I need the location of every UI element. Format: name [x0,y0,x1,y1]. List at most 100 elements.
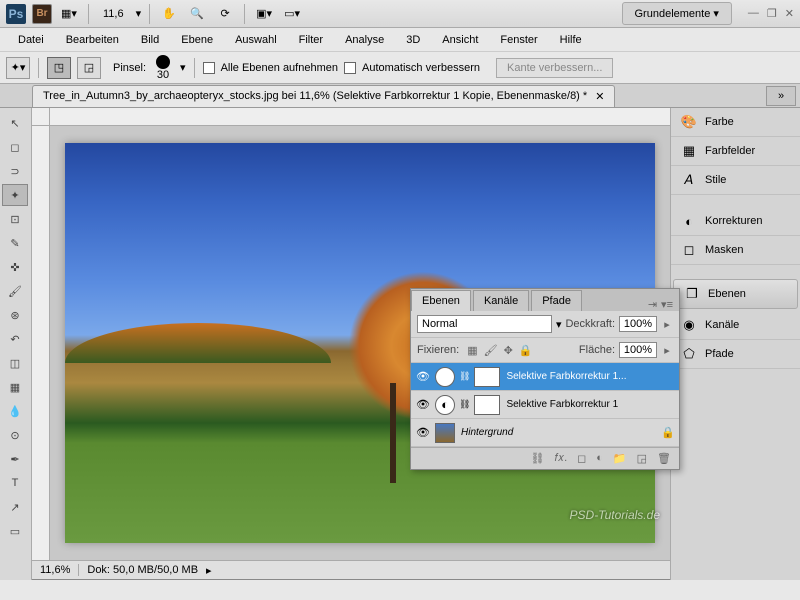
channels-icon: ◉ [681,317,697,333]
brush-preset[interactable]: 30 [156,55,170,81]
opacity-input[interactable]: 100% [619,316,657,332]
quick-select-tool[interactable]: ✦ [2,184,28,206]
lock-all-icon[interactable]: 🔒 [519,344,533,357]
layer-mask-thumb[interactable] [474,395,500,415]
add-mask-icon[interactable]: ◻ [577,452,586,465]
panel-kanaele[interactable]: ◉Kanäle [671,311,800,340]
link-icon[interactable]: ⛓ [459,371,470,382]
status-arrow-icon[interactable]: ▸ [206,564,212,577]
gradient-tool[interactable]: ▦ [2,376,28,398]
color-icon: 🎨 [681,114,697,130]
close-icon[interactable]: ✕ [785,7,794,20]
panel-pfade[interactable]: ⬠Pfade [671,340,800,369]
dodge-tool[interactable]: ⊙ [2,424,28,446]
tab-pfade[interactable]: Pfade [531,290,582,311]
link-layers-icon[interactable]: ⛓ [531,452,545,465]
new-layer-icon[interactable]: ◲ [637,452,647,465]
zoom-value[interactable]: 11,6 [97,8,130,20]
restore-icon[interactable]: ❐ [767,7,777,20]
type-tool[interactable]: T [2,472,28,494]
menu-fenster[interactable]: Fenster [490,31,547,49]
pen-tool[interactable]: ✒ [2,448,28,470]
layer-name[interactable]: Selektive Farbkorrektur 1... [504,371,675,382]
tab-ebenen[interactable]: Ebenen [411,290,471,311]
path-select-tool[interactable]: ↗ [2,496,28,518]
menu-ansicht[interactable]: Ansicht [432,31,488,49]
layer-fx-icon[interactable]: 𝑓𝑥. [555,452,568,465]
lasso-tool[interactable]: ⊃ [2,160,28,182]
zoom-tool-icon[interactable]: 🔍 [186,3,208,25]
hand-tool-icon[interactable]: ✋ [158,3,180,25]
layer-row[interactable]: 👁 Hintergrund 🔒 [411,419,679,447]
stamp-tool[interactable]: ⊛ [2,304,28,326]
blur-tool[interactable]: 💧 [2,400,28,422]
visibility-icon[interactable]: 👁 [415,426,431,439]
lock-paint-icon[interactable]: 🖌 [484,344,498,357]
tab-kanaele[interactable]: Kanäle [473,290,529,311]
layout-dropdown-icon[interactable]: ▦▾ [58,3,80,25]
swatches-icon: ▦ [681,143,697,159]
close-tab-icon[interactable]: ✕ [595,90,604,103]
layers-panel[interactable]: Ebenen Kanäle Pfade ⇥▾≡ Normal ▾ Deckkra… [410,288,680,470]
menu-3d[interactable]: 3D [396,31,430,49]
panel-collapse-icon[interactable]: ⇥ [648,298,657,311]
panel-farbe[interactable]: 🎨Farbe [671,108,800,137]
menu-ebene[interactable]: Ebene [171,31,223,49]
layer-row[interactable]: 👁 ◐ ⛓ Selektive Farbkorrektur 1 [411,391,679,419]
status-zoom[interactable]: 11,6% [40,564,79,576]
panel-masken[interactable]: ◻Masken [671,236,800,265]
menu-datei[interactable]: Datei [8,31,54,49]
layer-mask-thumb[interactable] [474,367,500,387]
visibility-icon[interactable]: 👁 [415,398,431,411]
menu-bearbeiten[interactable]: Bearbeiten [56,31,129,49]
fill-arrow-icon[interactable]: ▸ [661,344,673,357]
new-selection-icon[interactable]: ◳ [47,57,71,79]
menu-analyse[interactable]: Analyse [335,31,394,49]
menu-bild[interactable]: Bild [131,31,169,49]
visibility-icon[interactable]: 👁 [415,370,431,383]
add-selection-icon[interactable]: ◲ [77,57,101,79]
layer-name[interactable]: Selektive Farbkorrektur 1 [504,399,675,410]
menu-auswahl[interactable]: Auswahl [225,31,287,49]
document-tab-title: Tree_in_Autumn3_by_archaeopteryx_stocks.… [43,90,587,102]
rotate-view-icon[interactable]: ⟳ [214,3,236,25]
link-icon[interactable]: ⛓ [459,399,470,410]
auto-enhance-checkbox[interactable] [344,62,356,74]
document-tab[interactable]: Tree_in_Autumn3_by_archaeopteryx_stocks.… [32,85,615,107]
layer-name[interactable]: Hintergrund [459,427,657,438]
new-group-icon[interactable]: 📁 [613,452,627,465]
minimize-icon[interactable]: — [748,7,759,20]
opacity-arrow-icon[interactable]: ▸ [661,318,673,331]
healing-tool[interactable]: ✜ [2,256,28,278]
blend-mode-select[interactable]: Normal [417,315,552,333]
history-brush-tool[interactable]: ↶ [2,328,28,350]
marquee-tool[interactable]: ◻ [2,136,28,158]
shape-tool[interactable]: ▭ [2,520,28,542]
layer-row[interactable]: 👁 ◐ ⛓ Selektive Farbkorrektur 1... [411,363,679,391]
panel-menu-icon[interactable]: ▾≡ [661,298,673,311]
lock-transparent-icon[interactable]: ▦ [467,344,477,357]
brush-tool[interactable]: 🖌 [2,280,28,302]
sample-all-layers-checkbox[interactable] [203,62,215,74]
eyedropper-tool[interactable]: ✎ [2,232,28,254]
menu-hilfe[interactable]: Hilfe [550,31,592,49]
tab-overflow-icon[interactable]: » [766,86,796,106]
workspace-selector[interactable]: Grundelemente ▾ [622,2,732,25]
fill-input[interactable]: 100% [619,342,657,358]
lock-position-icon[interactable]: ✥ [504,344,513,357]
panel-farbfelder[interactable]: ▦Farbfelder [671,137,800,166]
new-adjustment-icon[interactable]: ◐ [596,452,603,465]
quick-select-tool-icon[interactable]: ✦▾ [6,57,30,79]
panel-stile[interactable]: 𝘈Stile [671,166,800,195]
panel-korrekturen[interactable]: ◐Korrekturen [671,207,800,236]
eraser-tool[interactable]: ◫ [2,352,28,374]
layer-lock-icon: 🔒 [661,426,675,439]
screen-mode-icon[interactable]: ▭▾ [281,3,303,25]
menu-filter[interactable]: Filter [289,31,333,49]
arrange-docs-icon[interactable]: ▣▾ [253,3,275,25]
move-tool[interactable]: ↖ [2,112,28,134]
bridge-icon[interactable]: Br [32,4,52,24]
crop-tool[interactable]: ⊡ [2,208,28,230]
panel-ebenen[interactable]: ❐Ebenen [673,279,798,309]
delete-layer-icon[interactable]: 🗑 [657,452,671,465]
